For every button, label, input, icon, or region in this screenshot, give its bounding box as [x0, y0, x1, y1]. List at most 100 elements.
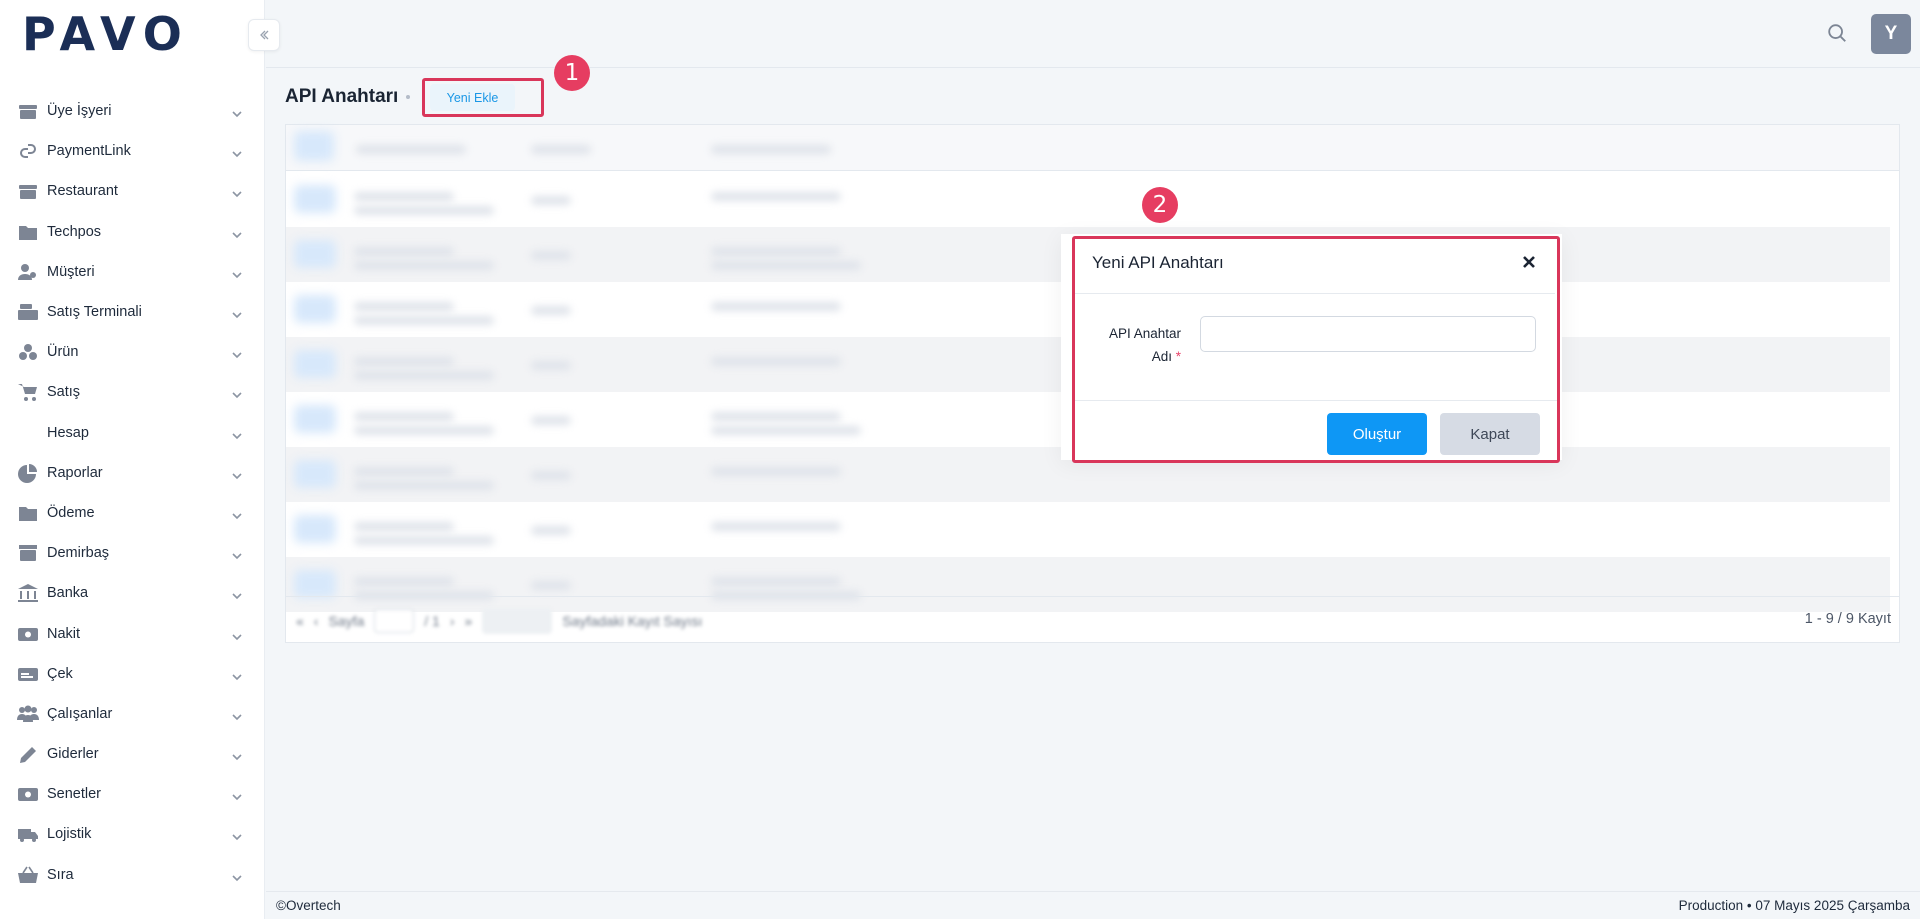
sidebar-item-1[interactable]: Üye İşyeri — [0, 91, 264, 131]
chevron-down-icon — [232, 789, 242, 801]
sidebar-item-label: Ürün — [47, 344, 79, 361]
blurred-cell — [711, 467, 841, 476]
blurred-cell — [294, 240, 336, 268]
blurred-cell — [354, 536, 494, 545]
user-avatar[interactable]: Y — [1871, 14, 1911, 54]
pager-first-icon[interactable]: « — [296, 613, 304, 629]
chevron-down-icon — [232, 829, 242, 841]
blurred-cell — [531, 361, 571, 370]
search-button[interactable] — [1826, 22, 1850, 46]
sidebar-item-12[interactable]: Demirbaş — [0, 533, 264, 573]
chevron-down-icon — [232, 749, 242, 761]
chevron-down-icon — [232, 146, 242, 158]
sidebar-item-5[interactable]: Müşteri — [0, 252, 264, 292]
blurred-cell — [354, 206, 494, 215]
sidebar-item-label: Üye İşyeri — [47, 103, 112, 120]
sidebar-item-17[interactable]: Giderler — [0, 734, 264, 774]
blurred-cell — [531, 581, 571, 590]
sidebar-item-19[interactable]: Lojistik — [0, 814, 264, 854]
pavo-logo[interactable]: PAVO — [0, 0, 264, 68]
sidebar-item-18[interactable]: Senetler — [0, 774, 264, 814]
blurred-cell — [531, 526, 571, 535]
blurred-cell — [294, 570, 336, 598]
sidebar-item-label: Senetler — [47, 786, 102, 803]
sidebar-item-2[interactable]: PaymentLink — [0, 131, 264, 171]
blurred-cell — [531, 471, 571, 480]
chevron-down-icon — [232, 106, 242, 118]
title-separator-dot — [406, 95, 410, 99]
sidebar-item-20[interactable]: Sıra — [0, 855, 264, 895]
sidebar-collapse-button[interactable] — [248, 19, 280, 51]
highlight-box-step1 — [422, 78, 544, 117]
terminal-icon — [17, 302, 39, 322]
pager-page-input[interactable] — [374, 609, 415, 633]
blurred-cell — [294, 405, 336, 433]
folder-icon — [17, 222, 39, 242]
blurred-cell — [711, 357, 841, 366]
cart-icon — [17, 382, 39, 402]
step-badge-1: 1 — [554, 55, 590, 91]
sidebar-item-14[interactable]: Nakit — [0, 613, 264, 653]
chevron-down-icon — [232, 186, 242, 198]
pager-next-icon[interactable]: › — [450, 613, 455, 629]
sidebar-item-label: Banka — [47, 585, 89, 602]
blurred-cell — [354, 357, 454, 366]
record-count: 1 - 9 / 9 Kayıt — [1804, 611, 1891, 627]
sidebar-item-label: Restaurant — [47, 183, 118, 200]
blurred-cell — [354, 302, 454, 311]
cheque-icon — [17, 664, 39, 684]
sidebar-item-16[interactable]: Çalışanlar — [0, 694, 264, 734]
sidebar-item-label: Müşteri — [47, 263, 95, 280]
sidebar-item-11[interactable]: Ödeme — [0, 493, 264, 533]
pager-prev-icon[interactable]: ‹ — [314, 613, 319, 629]
pager-size-select[interactable] — [482, 608, 553, 634]
table-row[interactable] — [286, 172, 1890, 227]
pager-last-icon[interactable]: » — [465, 613, 473, 629]
sidebar-item-15[interactable]: Çek — [0, 654, 264, 694]
chevron-down-icon — [232, 347, 242, 359]
chevron-down-icon — [232, 588, 242, 600]
chevron-down-icon — [232, 709, 242, 721]
sidebar-item-4[interactable]: Techpos — [0, 212, 264, 252]
blurred-cell — [294, 515, 336, 543]
users-icon — [17, 704, 39, 724]
sidebar-menu: Üye İşyeri PaymentLink Restaurant Techpos Mü… — [0, 68, 264, 895]
highlight-box-step2 — [1072, 236, 1560, 463]
sidebar-item-label: PaymentLink — [47, 143, 131, 160]
sidebar-item-9[interactable]: Hesap — [0, 413, 264, 453]
sidebar-item-label: Ödeme — [47, 504, 95, 521]
blurred-cell — [294, 295, 336, 323]
sidebar-item-3[interactable]: Restaurant — [0, 171, 264, 211]
sidebar-item-label: Nakit — [47, 625, 81, 642]
blurred-cell — [354, 316, 494, 325]
bank-icon — [17, 583, 39, 603]
sidebar-item-label: Hesap — [47, 424, 89, 441]
sidebar-item-10[interactable]: Raporlar — [0, 453, 264, 493]
sidebar-item-label: Techpos — [47, 223, 102, 240]
sidebar-item-label: Sıra — [47, 866, 74, 883]
sidebar-item-label: Çek — [47, 665, 73, 682]
sidebar-item-6[interactable]: Satış Terminali — [0, 292, 264, 332]
sidebar-item-8[interactable]: Satış — [0, 372, 264, 412]
blurred-cell — [711, 412, 841, 421]
blurred-header-cell — [294, 131, 334, 161]
sidebar-item-7[interactable]: Ürün — [0, 332, 264, 372]
sidebar-item-13[interactable]: Banka — [0, 573, 264, 613]
chevron-down-icon — [232, 548, 242, 560]
blurred-cell — [711, 522, 841, 531]
blurred-cell — [354, 467, 454, 476]
blurred-cell — [354, 522, 454, 531]
table-pager: « ‹ Sayfa / 1 › » Sayfadaki Kayıt Sayısı… — [286, 596, 1899, 642]
environment-date-text: Production • 07 Mayıs 2025 Çarşamba — [1678, 898, 1910, 913]
table-row[interactable] — [286, 502, 1890, 557]
blurred-cell — [354, 577, 454, 586]
search-icon — [1828, 24, 1846, 42]
blurred-header-cell — [531, 145, 591, 154]
blurred-cell — [354, 247, 454, 256]
store-icon — [17, 101, 39, 121]
boxes-icon — [17, 342, 39, 362]
chevron-down-icon — [232, 508, 242, 520]
blank-icon — [17, 423, 39, 443]
pencil-icon — [17, 744, 39, 764]
restaurant-icon — [17, 181, 39, 201]
